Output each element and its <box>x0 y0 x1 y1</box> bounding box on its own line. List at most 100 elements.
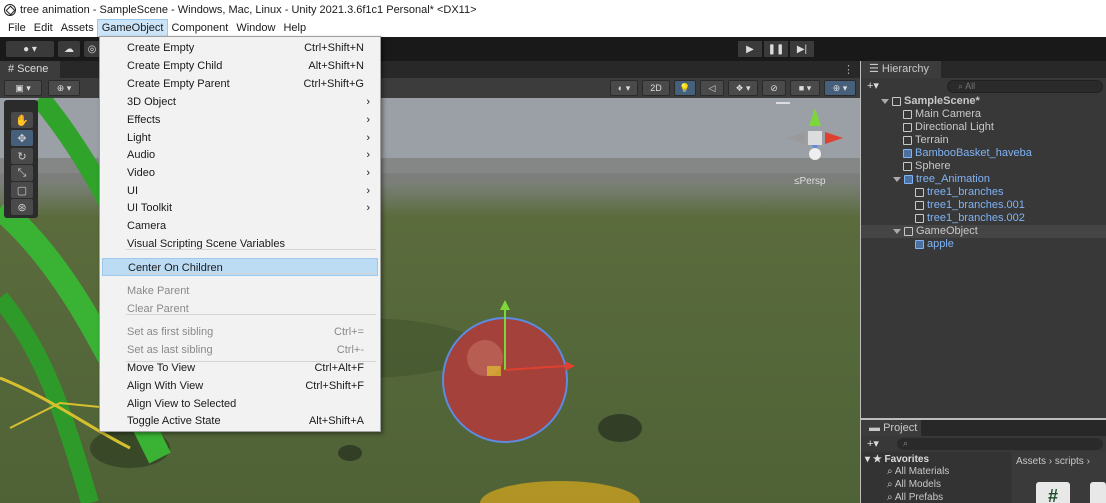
project-search-input[interactable]: ⌕ <box>897 438 1103 450</box>
script-asset-icon-2[interactable] <box>1090 482 1106 503</box>
menu-item-set-as-first-sibling: Set as first sibling Ctrl+= <box>102 323 378 341</box>
favorites-header[interactable]: ▾ ★ Favorites <box>865 454 929 465</box>
kebab-menu-icon[interactable]: ⋮ <box>843 63 854 76</box>
submenu-arrow-icon: › <box>366 149 370 161</box>
gameobject-icon <box>903 123 912 132</box>
menu-item-shortcut: Alt+Shift+N <box>308 60 364 72</box>
hierarchy-item-label: tree1_branches.002 <box>927 212 1025 224</box>
gizmo-menu-icon[interactable] <box>776 102 790 104</box>
audio-toggle-icon[interactable]: ◁ <box>700 80 724 96</box>
menu-gameobject[interactable]: GameObject <box>96 19 169 38</box>
expander-icon[interactable] <box>893 229 901 234</box>
rect-tool-icon[interactable]: ▢ <box>11 182 33 198</box>
menu-item-label: Audio <box>127 149 156 161</box>
favorite-all-models[interactable]: ⌕ All Models <box>887 479 941 490</box>
menu-item-create-empty[interactable]: Create Empty Ctrl+Shift+N <box>102 39 378 57</box>
hierarchy-search-input[interactable]: ⌕ All <box>947 80 1103 93</box>
hierarchy-item-directional-light[interactable]: Directional Light <box>861 121 1106 134</box>
script-asset-icon[interactable]: # <box>1036 482 1070 503</box>
hierarchy-item-label: apple <box>927 238 954 250</box>
hierarchy-item-terrain[interactable]: Terrain <box>861 134 1106 147</box>
menu-item-toggle-active-state[interactable]: Toggle Active State Alt+Shift+A <box>102 412 378 430</box>
move-tool-icon[interactable]: ✥ <box>11 130 33 146</box>
menu-assets[interactable]: Assets <box>57 20 98 37</box>
tab-scene[interactable]: # Scene <box>0 61 60 78</box>
tab-hierarchy[interactable]: ☰ Hierarchy <box>861 61 941 78</box>
menu-item-label: Make Parent <box>127 285 190 297</box>
menu-item-label: Create Empty <box>127 42 195 54</box>
expander-icon[interactable] <box>881 99 889 104</box>
hierarchy-tab-label: Hierarchy <box>881 63 929 75</box>
hierarchy-item-gameobject[interactable]: GameObject <box>861 225 1106 238</box>
step-button[interactable]: ▶| <box>790 41 814 57</box>
hand-tool-icon[interactable]: ✋ <box>11 112 33 128</box>
effects-dropdown[interactable]: ❖ ▾ <box>728 80 758 96</box>
menu-item-create-empty-parent[interactable]: Create Empty Parent Ctrl+Shift+G <box>102 75 378 93</box>
submenu-arrow-icon: › <box>366 185 370 197</box>
hierarchy-item-tree1-branches-002[interactable]: tree1_branches.002 <box>861 212 1106 225</box>
menu-item-video[interactable]: Video › <box>102 164 378 182</box>
hierarchy-item-samplescene-[interactable]: SampleScene* <box>861 95 1106 108</box>
global-dropdown[interactable]: ⊕ ▾ <box>48 80 80 96</box>
unity-scene-icon <box>892 97 901 106</box>
account-dropdown[interactable]: ● ▾ <box>6 41 54 57</box>
menu-item-camera[interactable]: Camera <box>102 217 378 235</box>
pause-button[interactable]: ❚❚ <box>764 41 788 57</box>
mode-2d-button[interactable]: 2D <box>642 80 670 96</box>
submenu-arrow-icon: › <box>366 96 370 108</box>
menu-item-visual-scripting-scene-variables[interactable]: Visual Scripting Scene Variables <box>102 235 378 253</box>
favorite-all-materials[interactable]: ⌕ All Materials <box>887 466 949 477</box>
hierarchy-add-button[interactable]: +▾ <box>867 79 879 92</box>
project-panel: ▬ Project +▾ ⌕ ▾ ★ Favorites ⌕ All Mater… <box>861 420 1106 503</box>
menu-item-ui-toolkit[interactable]: UI Toolkit › <box>102 199 378 217</box>
hierarchy-item-apple[interactable]: apple <box>861 238 1106 251</box>
hierarchy-tabbar: ☰ Hierarchy <box>861 61 1106 78</box>
hierarchy-item-label: tree1_branches.001 <box>927 199 1025 211</box>
project-folder-tree: ▾ ★ Favorites ⌕ All Materials ⌕ All Mode… <box>861 452 1011 503</box>
play-button[interactable]: ▶ <box>738 41 762 57</box>
persp-label[interactable]: ≤Persp <box>794 176 826 187</box>
menu-separator <box>126 314 376 315</box>
hierarchy-item-bamboobasket-haveba[interactable]: BambooBasket_haveba <box>861 147 1106 160</box>
favorite-all-prefabs[interactable]: ⌕ All Prefabs <box>887 492 943 503</box>
hierarchy-panel: ☰ Hierarchy +▾ ⌕ All SampleScene* Main Ca… <box>861 61 1106 418</box>
gizmos-dropdown[interactable]: ⊕ ▾ <box>824 80 856 96</box>
menu-item-align-view-to-selected[interactable]: Align View to Selected <box>102 395 378 413</box>
hierarchy-item-main-camera[interactable]: Main Camera <box>861 108 1106 121</box>
lighting-toggle-icon[interactable]: 💡 <box>674 80 696 96</box>
menu-item-create-empty-child[interactable]: Create Empty Child Alt+Shift+N <box>102 57 378 75</box>
draw-mode-dropdown[interactable]: ▣ ▾ <box>4 80 42 96</box>
hierarchy-item-sphere[interactable]: Sphere <box>861 160 1106 173</box>
transform-tool-icon[interactable]: ⊛ <box>11 199 33 215</box>
rotate-tool-icon[interactable]: ↻ <box>11 148 33 164</box>
menu-window[interactable]: Window <box>232 20 279 37</box>
menu-item-light[interactable]: Light › <box>102 129 378 147</box>
scale-tool-icon[interactable]: ⤡ <box>11 165 33 181</box>
camera-dropdown[interactable]: ■ ▾ <box>790 80 820 96</box>
project-breadcrumb[interactable]: Assets › scripts › <box>1016 456 1090 467</box>
menu-item-effects[interactable]: Effects › <box>102 111 378 129</box>
shading-dropdown[interactable]: ◐ ▾ <box>610 80 638 96</box>
menu-component[interactable]: Component <box>167 20 232 37</box>
hierarchy-item-tree1-branches[interactable]: tree1_branches <box>861 186 1106 199</box>
menu-item-ui[interactable]: UI › <box>102 182 378 200</box>
hidden-objects-icon[interactable]: ⊘ <box>762 80 786 96</box>
menu-help[interactable]: Help <box>279 20 310 37</box>
hierarchy-item-tree-animation[interactable]: tree_Animation <box>861 173 1106 186</box>
menu-edit[interactable]: Edit <box>30 20 57 37</box>
menu-item-align-with-view[interactable]: Align With View Ctrl+Shift+F <box>102 377 378 395</box>
hierarchy-item-tree1-branches-001[interactable]: tree1_branches.001 <box>861 199 1106 212</box>
menu-item-3d-object[interactable]: 3D Object › <box>102 93 378 111</box>
gameobject-icon <box>904 227 913 236</box>
prefab-icon <box>904 175 913 184</box>
window-title: tree animation - SampleScene - Windows, … <box>20 4 477 16</box>
menu-item-label: Align With View <box>127 380 204 392</box>
expander-icon[interactable] <box>893 177 901 182</box>
tab-project[interactable]: ▬ Project <box>861 420 921 436</box>
menu-item-audio[interactable]: Audio › <box>102 146 378 164</box>
collab-icon[interactable]: ◎ <box>84 41 100 57</box>
menu-file[interactable]: File <box>4 20 30 37</box>
cloud-icon[interactable]: ☁ <box>58 41 80 57</box>
project-add-button[interactable]: +▾ <box>867 437 879 450</box>
menu-item-label: Light <box>127 132 151 144</box>
